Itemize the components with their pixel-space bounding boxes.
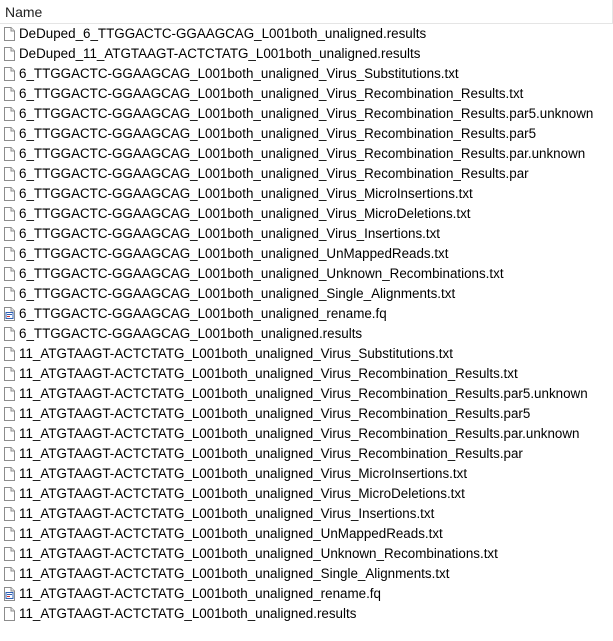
file-row[interactable]: 6_TTGGACTC-GGAAGCAG_L001both_unaligned_V… [0,224,613,244]
file-row[interactable]: 11_ATGTAAGT-ACTCTATG_L001both_unaligned_… [0,564,613,584]
file-row[interactable]: 6_TTGGACTC-GGAAGCAG_L001both_unaligned_V… [0,124,613,144]
file-name[interactable]: 6_TTGGACTC-GGAAGCAG_L001both_unaligned_V… [19,66,459,82]
file-name[interactable]: DeDuped_6_TTGGACTC-GGAAGCAG_L001both_una… [19,26,426,42]
file-icon [4,507,15,521]
file-name[interactable]: 11_ATGTAAGT-ACTCTATG_L001both_unaligned_… [19,446,523,462]
file-row[interactable]: DeDuped_6_TTGGACTC-GGAAGCAG_L001both_una… [0,24,613,44]
file-icon [4,187,15,201]
file-name[interactable]: DeDuped_11_ATGTAAGT-ACTCTATG_L001both_un… [19,46,420,62]
file-name[interactable]: 11_ATGTAAGT-ACTCTATG_L001both_unaligned_… [19,366,518,382]
file-icon [4,107,15,121]
file-row[interactable]: 6_TTGGACTC-GGAAGCAG_L001both_unaligned_U… [0,264,613,284]
file-row[interactable]: 11_ATGTAAGT-ACTCTATG_L001both_unaligned_… [0,424,613,444]
file-row[interactable]: 6_TTGGACTC-GGAAGCAG_L001both_unaligned_r… [0,304,613,324]
column-header[interactable]: Name [0,0,613,24]
file-row[interactable]: 11_ATGTAAGT-ACTCTATG_L001both_unaligned_… [0,464,613,484]
file-icon [4,387,15,401]
file-row[interactable]: 6_TTGGACTC-GGAAGCAG_L001both_unaligned_U… [0,244,613,264]
file-icon [4,407,15,421]
file-name[interactable]: 11_ATGTAAGT-ACTCTATG_L001both_unaligned_… [19,586,381,602]
file-icon [4,427,15,441]
file-icon [4,247,15,261]
file-name[interactable]: 6_TTGGACTC-GGAAGCAG_L001both_unaligned_V… [19,146,585,162]
file-icon [4,327,15,341]
file-list: DeDuped_6_TTGGACTC-GGAAGCAG_L001both_una… [0,24,613,624]
file-name[interactable]: 6_TTGGACTC-GGAAGCAG_L001both_unaligned_V… [19,226,440,242]
file-name[interactable]: 11_ATGTAAGT-ACTCTATG_L001both_unaligned_… [19,566,449,582]
name-column-header[interactable]: Name [5,4,42,20]
file-icon [4,267,15,281]
file-icon [4,467,15,481]
file-row[interactable]: 11_ATGTAAGT-ACTCTATG_L001both_unaligned.… [0,604,613,624]
file-icon [4,367,15,381]
file-icon [4,547,15,561]
file-icon [4,207,15,221]
file-icon [4,487,15,501]
file-name[interactable]: 11_ATGTAAGT-ACTCTATG_L001both_unaligned_… [19,506,434,522]
file-row[interactable]: 6_TTGGACTC-GGAAGCAG_L001both_unaligned_V… [0,84,613,104]
file-name[interactable]: 6_TTGGACTC-GGAAGCAG_L001both_unaligned_S… [19,286,455,302]
file-row[interactable]: 11_ATGTAAGT-ACTCTATG_L001both_unaligned_… [0,524,613,544]
file-row[interactable]: 6_TTGGACTC-GGAAGCAG_L001both_unaligned_V… [0,184,613,204]
file-name[interactable]: 11_ATGTAAGT-ACTCTATG_L001both_unaligned.… [19,606,356,622]
file-row[interactable]: 11_ATGTAAGT-ACTCTATG_L001both_unaligned_… [0,344,613,364]
file-name[interactable]: 6_TTGGACTC-GGAAGCAG_L001both_unaligned_r… [19,306,387,322]
file-row[interactable]: 11_ATGTAAGT-ACTCTATG_L001both_unaligned_… [0,364,613,384]
file-name[interactable]: 6_TTGGACTC-GGAAGCAG_L001both_unaligned_V… [19,86,523,102]
file-icon [4,527,15,541]
file-name[interactable]: 11_ATGTAAGT-ACTCTATG_L001both_unaligned_… [19,406,530,422]
file-icon [4,347,15,361]
file-icon [4,607,15,621]
file-row[interactable]: 11_ATGTAAGT-ACTCTATG_L001both_unaligned_… [0,544,613,564]
file-name[interactable]: 11_ATGTAAGT-ACTCTATG_L001both_unaligned_… [19,386,588,402]
file-row[interactable]: DeDuped_11_ATGTAAGT-ACTCTATG_L001both_un… [0,44,613,64]
file-row[interactable]: 11_ATGTAAGT-ACTCTATG_L001both_unaligned_… [0,444,613,464]
file-icon [4,67,15,81]
file-name[interactable]: 11_ATGTAAGT-ACTCTATG_L001both_unaligned_… [19,426,579,442]
file-row[interactable]: 6_TTGGACTC-GGAAGCAG_L001both_unaligned_V… [0,104,613,124]
file-row[interactable]: 6_TTGGACTC-GGAAGCAG_L001both_unaligned_V… [0,204,613,224]
file-name[interactable]: 11_ATGTAAGT-ACTCTATG_L001both_unaligned_… [19,486,465,502]
file-icon [4,27,15,41]
file-row[interactable]: 6_TTGGACTC-GGAAGCAG_L001both_unaligned_S… [0,284,613,304]
file-name[interactable]: 11_ATGTAAGT-ACTCTATG_L001both_unaligned_… [19,526,443,542]
file-row[interactable]: 11_ATGTAAGT-ACTCTATG_L001both_unaligned_… [0,384,613,404]
file-icon [4,447,15,461]
file-icon [4,147,15,161]
file-name[interactable]: 6_TTGGACTC-GGAAGCAG_L001both_unaligned.r… [19,326,362,342]
file-row[interactable]: 11_ATGTAAGT-ACTCTATG_L001both_unaligned_… [0,484,613,504]
file-name[interactable]: 6_TTGGACTC-GGAAGCAG_L001both_unaligned_U… [19,246,448,262]
file-icon [4,167,15,181]
file-row[interactable]: 11_ATGTAAGT-ACTCTATG_L001both_unaligned_… [0,404,613,424]
file-name[interactable]: 11_ATGTAAGT-ACTCTATG_L001both_unaligned_… [19,466,467,482]
file-row[interactable]: 6_TTGGACTC-GGAAGCAG_L001both_unaligned_V… [0,144,613,164]
file-icon [4,87,15,101]
file-icon [4,47,15,61]
file-name[interactable]: 6_TTGGACTC-GGAAGCAG_L001both_unaligned_V… [19,166,529,182]
file-name[interactable]: 6_TTGGACTC-GGAAGCAG_L001both_unaligned_U… [19,266,504,282]
file-row[interactable]: 6_TTGGACTC-GGAAGCAG_L001both_unaligned.r… [0,324,613,344]
file-name[interactable]: 11_ATGTAAGT-ACTCTATG_L001both_unaligned_… [19,346,453,362]
file-icon [4,567,15,581]
file-name[interactable]: 11_ATGTAAGT-ACTCTATG_L001both_unaligned_… [19,546,498,562]
file-row[interactable]: 6_TTGGACTC-GGAAGCAG_L001both_unaligned_V… [0,164,613,184]
file-name[interactable]: 6_TTGGACTC-GGAAGCAG_L001both_unaligned_V… [19,206,471,222]
file-row[interactable]: 11_ATGTAAGT-ACTCTATG_L001both_unaligned_… [0,584,613,604]
file-icon [4,287,15,301]
file-icon [4,227,15,241]
file-name[interactable]: 6_TTGGACTC-GGAAGCAG_L001both_unaligned_V… [19,106,593,122]
file-name[interactable]: 6_TTGGACTC-GGAAGCAG_L001both_unaligned_V… [19,126,536,142]
fq-file-icon [4,587,15,601]
fq-file-icon [4,307,15,321]
file-icon [4,127,15,141]
file-row[interactable]: 11_ATGTAAGT-ACTCTATG_L001both_unaligned_… [0,504,613,524]
file-row[interactable]: 6_TTGGACTC-GGAAGCAG_L001both_unaligned_V… [0,64,613,84]
file-name[interactable]: 6_TTGGACTC-GGAAGCAG_L001both_unaligned_V… [19,186,473,202]
